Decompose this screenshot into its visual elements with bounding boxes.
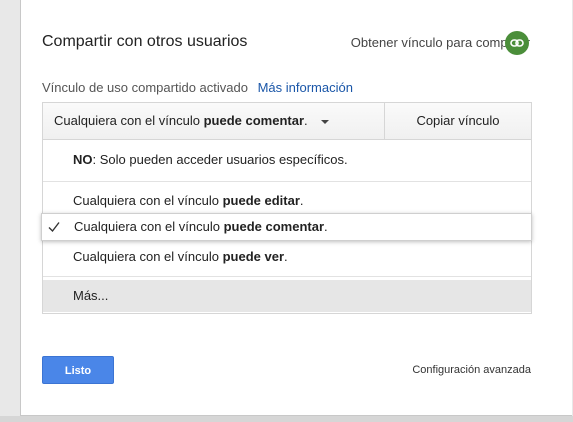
access-dropdown-prefix: Cualquiera con el vínculo: [54, 113, 200, 128]
access-dropdown-bold: puede comentar: [203, 113, 305, 128]
menu-item-prefix: Cualquiera con el vínculo: [74, 219, 224, 234]
menu-divider: [43, 276, 531, 277]
access-dropdown-row: Cualquiera con el vínculo puede comentar…: [43, 103, 531, 140]
menu-item-more[interactable]: Más...: [43, 280, 531, 312]
link-icon-glyph: [510, 39, 524, 47]
advanced-settings-link[interactable]: Configuración avanzada: [412, 364, 531, 376]
menu-item-can-view[interactable]: Cualquiera con el vínculo puede ver.: [43, 249, 531, 264]
menu-item-bold: puede comentar: [223, 219, 325, 234]
link-icon[interactable]: [505, 31, 529, 55]
menu-item-suffix: .: [324, 219, 328, 234]
access-dropdown-suffix: .: [304, 113, 308, 128]
sharing-status: Vínculo de uso compartido activado Más i…: [42, 80, 353, 95]
menu-item-can-edit[interactable]: Cualquiera con el vínculo puede editar.: [43, 193, 531, 208]
sharing-status-text: Vínculo de uso compartido activado: [42, 80, 248, 95]
done-button[interactable]: Listo: [42, 356, 114, 384]
menu-item-suffix: .: [299, 193, 304, 208]
access-panel: Cualquiera con el vínculo puede comentar…: [41, 102, 532, 314]
menu-item-no-access[interactable]: NO: Solo pueden acceder usuarios específ…: [43, 152, 531, 167]
get-link-label[interactable]: Obtener vínculo para compartir: [351, 35, 530, 50]
menu-item-text: : Solo pueden acceder usuarios específic…: [92, 152, 348, 167]
menu-item-prefix: Cualquiera con el vínculo: [73, 249, 223, 264]
menu-item-suffix: .: [284, 249, 288, 264]
menu-item-bold: puede ver: [222, 249, 285, 264]
more-info-link[interactable]: Más información: [258, 80, 353, 95]
page-bottom-edge: [0, 416, 573, 422]
menu-item-prefix: Cualquiera con el vínculo: [73, 193, 223, 208]
menu-item-bold: puede editar: [222, 193, 300, 208]
copy-link-button[interactable]: Copiar vínculo: [385, 103, 531, 139]
chevron-down-icon: [321, 119, 330, 124]
share-dialog: Compartir con otros usuarios Obtener vín…: [20, 0, 572, 416]
menu-item-bold: NO: [73, 152, 93, 167]
checkmark-icon: [48, 222, 60, 233]
access-dropdown[interactable]: Cualquiera con el vínculo puede comentar…: [43, 103, 385, 139]
menu-divider: [43, 181, 531, 182]
dialog-title: Compartir con otros usuarios: [42, 33, 248, 50]
menu-item-can-comment[interactable]: Cualquiera con el vínculo puede comentar…: [41, 213, 532, 241]
